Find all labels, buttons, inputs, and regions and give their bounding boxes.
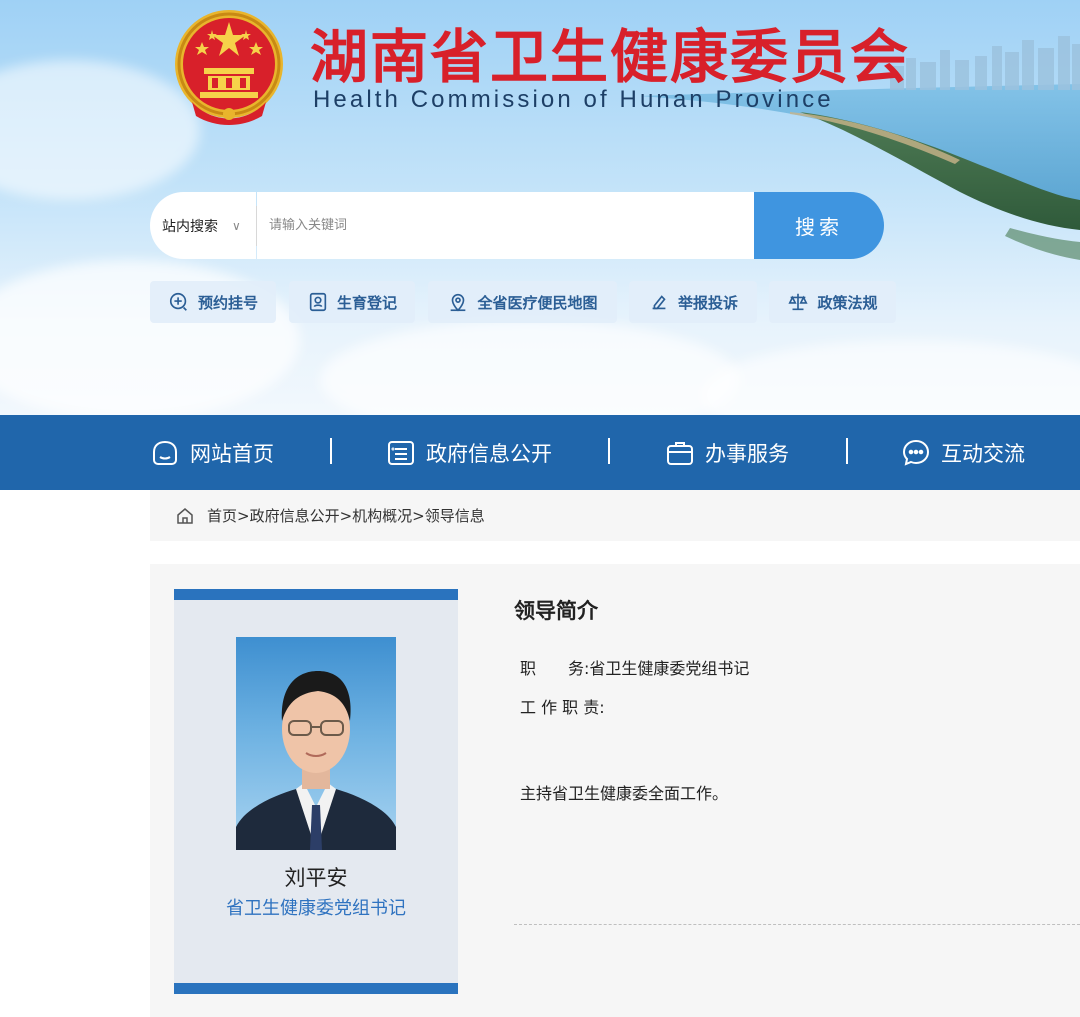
nav-item-label: 办事服务 — [705, 441, 789, 466]
site-title-cn: 湖南省卫生健康委员会 — [310, 23, 911, 91]
portrait-image — [236, 671, 396, 850]
position-row: 职 务:省卫生健康委党组书记 — [520, 655, 749, 679]
nav-item-services[interactable]: 办事服务 — [665, 415, 789, 490]
quick-link-appointment[interactable]: 预约挂号 — [150, 281, 276, 323]
quick-link-policy[interactable]: 政策法规 — [769, 281, 896, 323]
nav-divider — [846, 438, 848, 464]
nav-item-interaction[interactable]: 互动交流 — [901, 415, 1025, 490]
duties-label: 工 作 职 责: — [520, 698, 605, 717]
nav-divider — [608, 438, 610, 464]
nav-item-gov-info[interactable]: 政府信息公开 — [386, 415, 552, 490]
home-outline-icon — [177, 507, 193, 524]
search-scope-label: 站内搜索 — [162, 218, 218, 235]
search-input[interactable] — [257, 192, 754, 259]
quick-link-label: 全省医疗便民地图 — [477, 293, 598, 312]
report-icon — [652, 295, 666, 310]
quick-link-label: 政策法规 — [817, 293, 878, 312]
scales-icon — [788, 293, 809, 311]
map-pin-icon — [451, 293, 466, 312]
breadcrumb: 首页>政府信息公开>机构概况>领导信息 — [150, 490, 1080, 541]
site-search: 站内搜索 ∨ 搜索 — [150, 192, 884, 259]
leader-card: 刘平安 省卫生健康委党组书记 — [174, 589, 458, 994]
duties-text: 主持省卫生健康委全面工作。 — [520, 784, 729, 803]
leader-name: 刘平安 — [284, 866, 348, 890]
national-emblem-logo — [175, 10, 283, 125]
search-scope-select[interactable]: 站内搜索 ∨ — [150, 192, 256, 259]
leader-photo — [236, 637, 396, 850]
nav-item-label: 互动交流 — [941, 441, 1025, 466]
breadcrumb-path[interactable]: 首页>政府信息公开>机构概况>领导信息 — [207, 505, 485, 526]
position-value: 省卫生健康委党组书记 — [589, 659, 750, 678]
nav-item-label: 政府信息公开 — [426, 441, 552, 466]
quick-link-medical-map[interactable]: 全省医疗便民地图 — [428, 281, 617, 323]
chevron-down-icon: ∨ — [232, 218, 241, 233]
quick-link-birth-registration[interactable]: 生育登记 — [289, 281, 415, 323]
position-label: 职 务: — [520, 659, 590, 678]
section-heading: 领导简介 — [514, 599, 598, 623]
quick-link-label: 举报投诉 — [677, 293, 738, 312]
home-icon — [153, 440, 177, 465]
site-header: 湖南省卫生健康委员会 Health Commission of Hunan Pr… — [0, 0, 1080, 415]
duties-row: 工 作 职 责: — [520, 694, 605, 718]
quick-link-label: 预约挂号 — [197, 293, 258, 312]
nav-item-home[interactable]: 网站首页 — [150, 415, 274, 490]
content-divider — [514, 924, 1080, 925]
nav-item-label: 网站首页 — [190, 441, 274, 466]
main-nav: 网站首页 政府信息公开 办事服务 互动交流 — [0, 415, 1080, 490]
quick-link-report[interactable]: 举报投诉 — [629, 281, 757, 323]
nav-divider — [330, 438, 332, 464]
briefcase-icon — [667, 441, 693, 465]
quick-link-label: 生育登记 — [336, 293, 397, 312]
site-title-en: Health Commission of Hunan Province — [313, 86, 834, 113]
appointment-icon — [169, 292, 187, 311]
chat-icon — [902, 439, 930, 466]
document-list-icon — [388, 440, 414, 465]
search-button[interactable]: 搜索 — [754, 192, 884, 259]
registration-icon — [309, 292, 327, 312]
leader-title: 省卫生健康委党组书记 — [226, 898, 406, 919]
